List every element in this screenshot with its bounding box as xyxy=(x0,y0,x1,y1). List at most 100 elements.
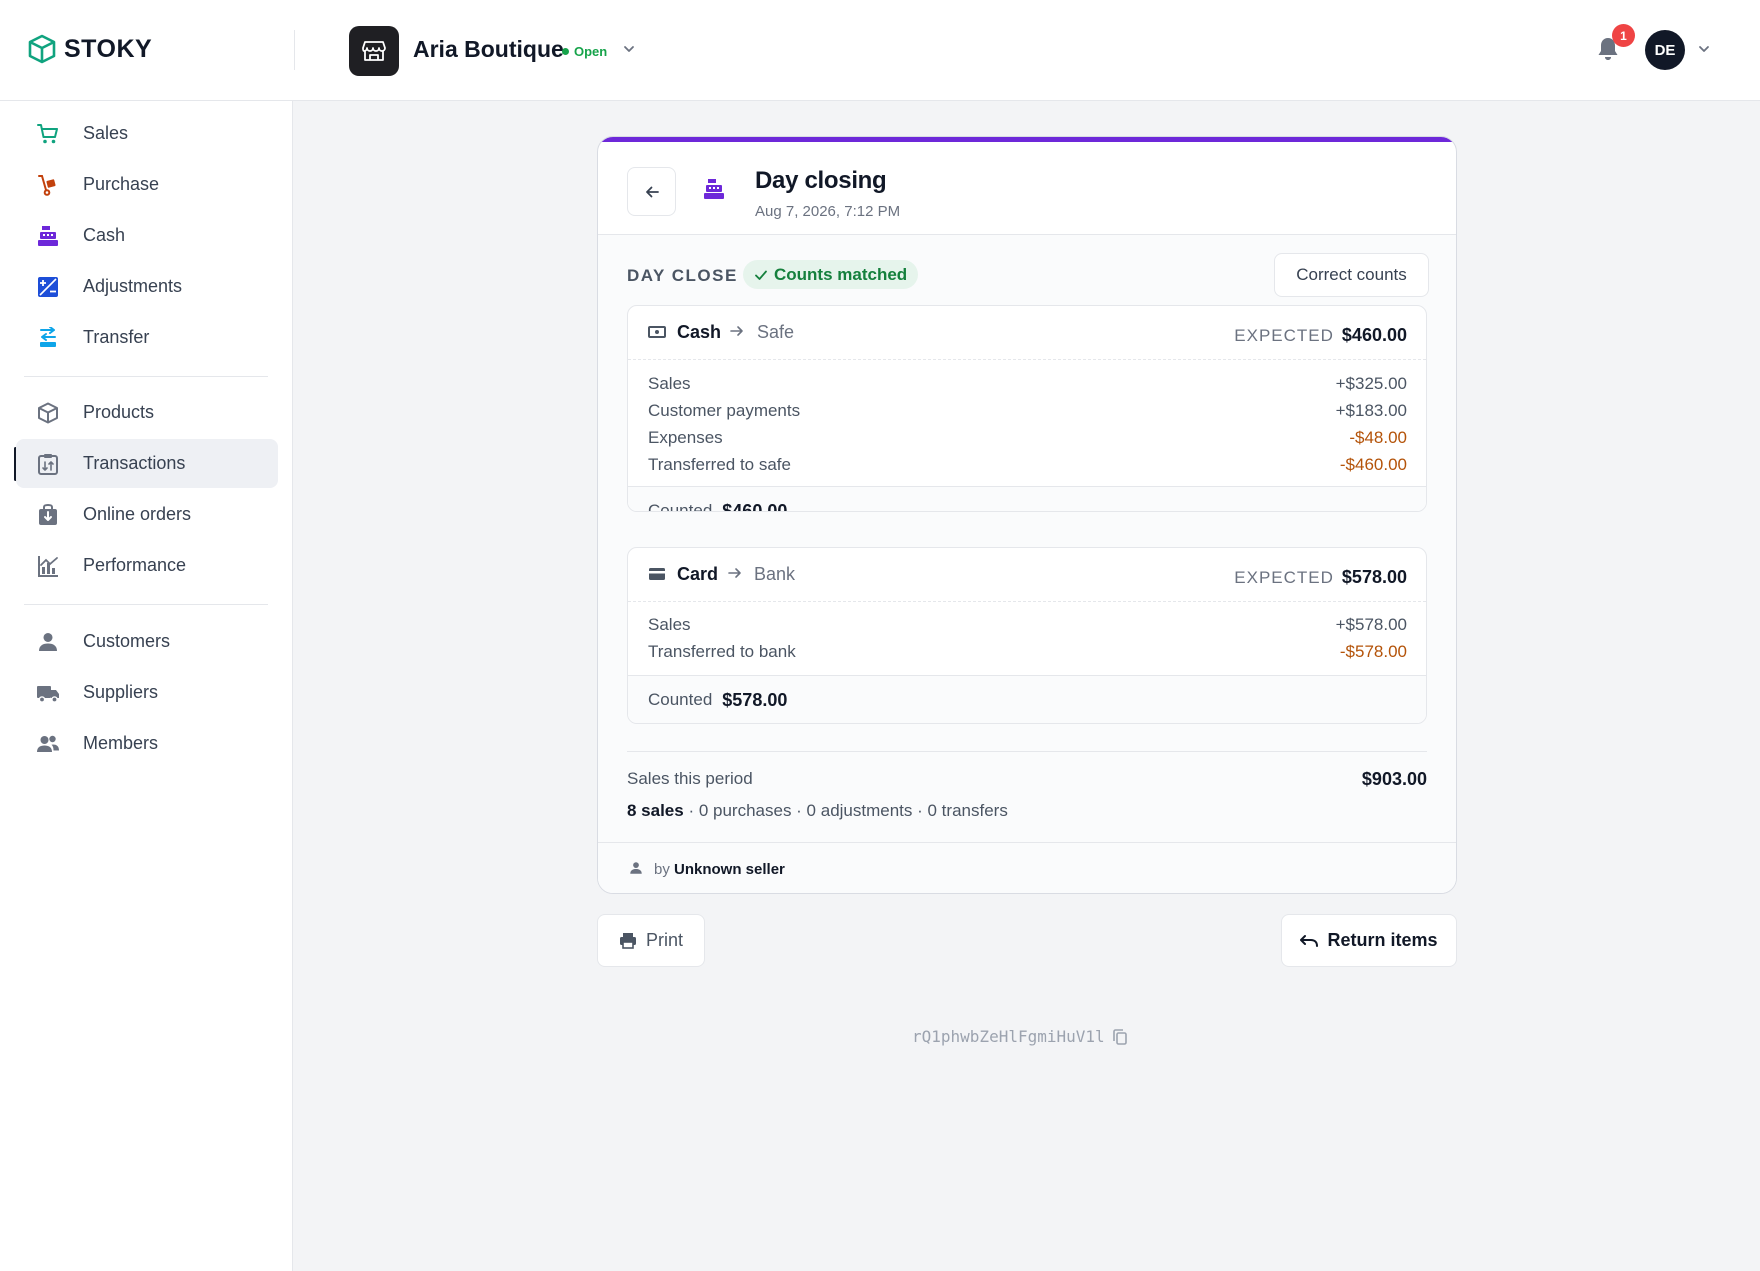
correct-counts-button[interactable]: Correct counts xyxy=(1274,253,1429,297)
source-account: Cash xyxy=(677,322,722,342)
sidebar-item-members[interactable]: Members xyxy=(16,719,278,768)
group-icon xyxy=(36,732,60,756)
store-chevron-down-icon[interactable] xyxy=(622,42,636,56)
sidebar-item-label: Adjustments xyxy=(83,276,183,296)
sidebar-item-label: Suppliers xyxy=(83,682,159,702)
brand-name: STOKY xyxy=(64,34,153,63)
line-label: Transferred to bank xyxy=(648,641,796,661)
status-badge-label: Counts matched xyxy=(774,264,908,284)
arrow-left-icon xyxy=(645,186,659,197)
section-header: Cash Safe EXPECTED $460.00 xyxy=(628,306,1426,360)
user-chevron-down-icon[interactable] xyxy=(1697,42,1711,56)
card-to-bank-section: Card Bank EXPECTED $578.00 Sales +$578.00… xyxy=(627,547,1427,724)
return-items-button[interactable]: Return items xyxy=(1281,914,1457,967)
expected-label: EXPECTED xyxy=(1234,325,1334,345)
sidebar-item-purchase[interactable]: Purchase xyxy=(16,160,278,209)
cash-register-icon xyxy=(36,224,60,248)
arrow-right-icon xyxy=(728,568,741,578)
sidebar-item-online-orders[interactable]: Online orders xyxy=(16,490,278,539)
sidebar: Sales Purchase Cash Adjustments Transfer… xyxy=(0,101,293,1271)
line-label: Customer payments xyxy=(648,400,801,420)
page-title: Day closing xyxy=(755,167,887,194)
sidebar-item-label: Sales xyxy=(83,123,129,143)
back-button[interactable] xyxy=(627,167,676,216)
seller-info: by Unknown seller xyxy=(654,861,785,878)
line-amount: +$578.00 xyxy=(1335,614,1407,634)
sidebar-item-cash[interactable]: Cash xyxy=(16,211,278,260)
sidebar-item-label: Purchase xyxy=(83,174,160,194)
period-stats: 8 sales · 0 purchases · 0 adjustments · … xyxy=(627,801,1008,821)
store-icon[interactable] xyxy=(349,26,399,76)
card-body: DAY CLOSE Counts matched Correct counts … xyxy=(598,235,1456,842)
store-status-label: Open xyxy=(574,44,608,59)
sidebar-item-label: Transactions xyxy=(83,453,186,473)
card-footer: by Unknown seller xyxy=(598,842,1456,893)
expected-total: EXPECTED $460.00 xyxy=(1234,325,1407,346)
person-icon xyxy=(630,862,642,874)
period-total: $903.00 xyxy=(1361,769,1427,789)
counted-value: $578.00 xyxy=(722,689,788,710)
sidebar-item-label: Online orders xyxy=(83,504,192,524)
closing-date: Aug 7, 2026, 7:12 PM xyxy=(755,203,901,220)
summary-divider xyxy=(627,751,1427,752)
sidebar-item-sales[interactable]: Sales xyxy=(16,109,278,158)
expected-label: EXPECTED xyxy=(1234,567,1334,587)
section-label: DAY CLOSE xyxy=(627,266,738,285)
sidebar-divider xyxy=(24,604,268,605)
expected-value: $578.00 xyxy=(1341,567,1407,587)
chart-icon xyxy=(36,554,60,578)
copy-icon[interactable] xyxy=(1112,1028,1127,1045)
line-amount: +$325.00 xyxy=(1335,373,1407,393)
record-id-value: rQ1phwbZeHlFgmiHuV1l xyxy=(912,1027,1105,1046)
sidebar-item-performance[interactable]: Performance xyxy=(16,541,278,590)
store-name[interactable]: Aria Boutique xyxy=(413,36,564,63)
plus-minus-icon xyxy=(36,275,60,299)
list-item: Sales +$325.00 xyxy=(648,370,1407,397)
return-label: Return items xyxy=(1327,930,1438,950)
line-amount: -$48.00 xyxy=(1349,427,1407,447)
cube-logo-icon xyxy=(28,34,56,64)
sidebar-item-label: Members xyxy=(83,733,159,753)
box-icon xyxy=(36,401,60,425)
day-closing-card: Day closing Aug 7, 2026, 7:12 PM DAY CLO… xyxy=(597,136,1457,894)
sidebar-divider xyxy=(24,376,268,377)
period-label: Sales this period xyxy=(627,769,753,788)
status-badge: Counts matched xyxy=(743,260,919,289)
sidebar-item-label: Customers xyxy=(83,631,171,651)
list-item: Expenses -$48.00 xyxy=(648,424,1407,451)
list-item: Sales +$578.00 xyxy=(648,611,1407,638)
counted-label: Counted xyxy=(648,501,713,512)
sidebar-item-label: Cash xyxy=(83,225,126,245)
list-item: Transferred to bank -$578.00 xyxy=(648,638,1407,665)
seller-name: Unknown seller xyxy=(674,861,785,878)
person-icon xyxy=(36,630,60,654)
hand-truck-icon xyxy=(36,173,60,197)
destination-account: Safe xyxy=(757,322,795,342)
brand-logo[interactable]: STOKY xyxy=(28,34,152,64)
transfer-icon xyxy=(36,326,60,350)
cash-to-safe-section: Cash Safe EXPECTED $460.00 Sales +$325.00… xyxy=(627,305,1427,512)
sidebar-item-products[interactable]: Products xyxy=(16,388,278,437)
list-item: Transferred to safe -$460.00 xyxy=(648,451,1407,478)
line-label: Sales xyxy=(648,373,691,393)
cart-icon xyxy=(36,122,60,146)
line-amount: -$460.00 xyxy=(1339,454,1407,474)
sidebar-item-label: Transfer xyxy=(83,327,150,347)
status-dot-icon xyxy=(562,48,569,55)
print-button[interactable]: Print xyxy=(597,914,705,967)
store-status-badge: Open xyxy=(562,44,607,59)
sidebar-item-adjustments[interactable]: Adjustments xyxy=(16,262,278,311)
counted-value: $460.00 xyxy=(722,500,788,512)
sidebar-item-transfer[interactable]: Transfer xyxy=(16,313,278,362)
line-amount: +$183.00 xyxy=(1335,400,1407,420)
sidebar-item-transactions[interactable]: Transactions xyxy=(16,439,278,488)
sidebar-item-suppliers[interactable]: Suppliers xyxy=(16,668,278,717)
source-account: Card xyxy=(677,564,719,584)
printer-icon xyxy=(619,933,636,949)
sidebar-item-customers[interactable]: Customers xyxy=(16,617,278,666)
card-header: Day closing Aug 7, 2026, 7:12 PM xyxy=(598,142,1456,235)
banknote-icon xyxy=(648,326,666,338)
user-avatar[interactable]: DE xyxy=(1645,30,1685,70)
counted-label: Counted xyxy=(648,690,713,709)
sales-count: 8 sales xyxy=(627,801,684,820)
